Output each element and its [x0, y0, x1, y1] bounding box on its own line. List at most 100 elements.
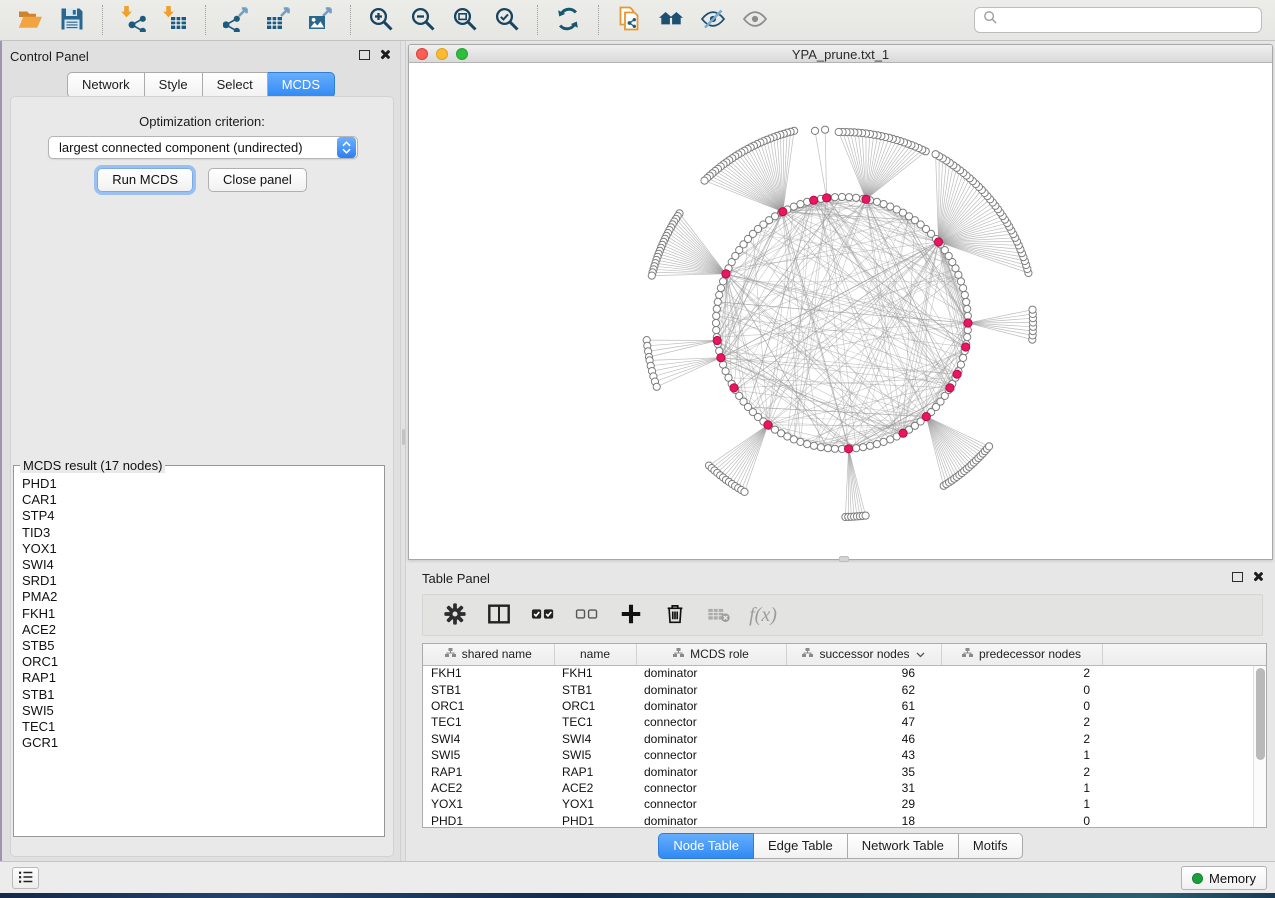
cell[interactable]: 35: [786, 763, 941, 779]
run-mcds-button[interactable]: Run MCDS: [97, 168, 193, 192]
tab-network-table[interactable]: Network Table: [848, 833, 959, 859]
cell[interactable]: 2: [941, 731, 1102, 747]
copy-network-button[interactable]: [608, 3, 650, 37]
cell[interactable]: SWI5: [554, 747, 636, 763]
table-row[interactable]: FKH1FKH1dominator962: [423, 665, 1266, 681]
zoom-selected-button[interactable]: [486, 3, 528, 37]
cell[interactable]: dominator: [636, 731, 786, 747]
cell[interactable]: PHD1: [423, 813, 554, 828]
close-table-panel-icon[interactable]: [1252, 571, 1263, 582]
cell[interactable]: connector: [636, 780, 786, 796]
mcds-result-node[interactable]: YOX1: [22, 541, 382, 557]
add-button[interactable]: [609, 597, 653, 633]
tab-motifs[interactable]: Motifs: [959, 833, 1023, 859]
network-canvas[interactable]: [409, 63, 1272, 559]
mcds-result-node[interactable]: ACE2: [22, 622, 382, 638]
cell[interactable]: FKH1: [423, 665, 554, 681]
mcds-result-node[interactable]: STP4: [22, 508, 382, 524]
cell[interactable]: RAP1: [423, 763, 554, 779]
tab-node-table[interactable]: Node Table: [658, 833, 754, 859]
cell[interactable]: dominator: [636, 698, 786, 714]
cell[interactable]: STB1: [423, 681, 554, 697]
cell[interactable]: 2: [941, 763, 1102, 779]
table-scrollbar-thumb[interactable]: [1256, 668, 1265, 760]
cell[interactable]: 31: [786, 780, 941, 796]
cell[interactable]: dominator: [636, 665, 786, 681]
cell[interactable]: 61: [786, 698, 941, 714]
cell[interactable]: 46: [786, 731, 941, 747]
mcds-result-node[interactable]: ORC1: [22, 654, 382, 670]
mcds-result-node[interactable]: SWI4: [22, 557, 382, 573]
show-all-button[interactable]: [734, 3, 776, 37]
table-row[interactable]: PHD1PHD1dominator180: [423, 813, 1266, 828]
network-view-window[interactable]: YPA_prune.txt_1: [408, 44, 1273, 560]
table-row[interactable]: YOX1YOX1connector291: [423, 796, 1266, 812]
cell[interactable]: ACE2: [554, 780, 636, 796]
cell[interactable]: SWI4: [423, 731, 554, 747]
cell[interactable]: dominator: [636, 813, 786, 828]
cell[interactable]: SWI4: [554, 731, 636, 747]
tab-select[interactable]: Select: [203, 72, 268, 98]
mcds-result-node[interactable]: CAR1: [22, 492, 382, 508]
table-row[interactable]: ORC1ORC1dominator610: [423, 698, 1266, 714]
column-header-predecessor-nodes[interactable]: predecessor nodes: [941, 644, 1102, 665]
optimization-criterion-dropdown[interactable]: largest connected component (undirected): [48, 136, 358, 159]
mcds-result-node[interactable]: TID3: [22, 525, 382, 541]
table-scrollbar[interactable]: [1253, 666, 1266, 827]
table-row[interactable]: SWI4SWI4dominator462: [423, 731, 1266, 747]
column-header-MCDS-role[interactable]: MCDS role: [636, 644, 786, 665]
cell[interactable]: connector: [636, 714, 786, 730]
cell[interactable]: 1: [941, 780, 1102, 796]
deselect-all-button[interactable]: [565, 597, 609, 633]
mcds-result-node[interactable]: FKH1: [22, 606, 382, 622]
cell[interactable]: PHD1: [554, 813, 636, 828]
mcds-result-node[interactable]: TEC1: [22, 719, 382, 735]
table-row[interactable]: TEC1TEC1connector472: [423, 714, 1266, 730]
select-all-button[interactable]: [521, 597, 565, 633]
table-row[interactable]: SWI5SWI5connector431: [423, 747, 1266, 763]
columns-button[interactable]: [477, 597, 521, 633]
delete-button[interactable]: [653, 597, 697, 633]
cell[interactable]: 2: [941, 714, 1102, 730]
cell[interactable]: TEC1: [423, 714, 554, 730]
export-table-button[interactable]: [257, 3, 299, 37]
cell[interactable]: ACE2: [423, 780, 554, 796]
float-panel-icon[interactable]: [359, 50, 370, 60]
mcds-result-list[interactable]: PHD1CAR1STP4TID3YOX1SWI4SRD1PMA2FKH1ACE2…: [22, 476, 382, 834]
mcds-result-node[interactable]: PMA2: [22, 589, 382, 605]
mcds-result-node[interactable]: GCR1: [22, 735, 382, 751]
cell[interactable]: TEC1: [554, 714, 636, 730]
column-header-shared-name[interactable]: shared name: [423, 644, 554, 665]
cell[interactable]: 0: [941, 813, 1102, 828]
mcds-result-node[interactable]: STB1: [22, 687, 382, 703]
column-header-name[interactable]: name: [554, 644, 636, 665]
cell[interactable]: 62: [786, 681, 941, 697]
table-row[interactable]: RAP1RAP1dominator352: [423, 763, 1266, 779]
cell[interactable]: 18: [786, 813, 941, 828]
horizontal-splitter-handle[interactable]: [839, 556, 849, 562]
tab-network[interactable]: Network: [67, 72, 145, 98]
cell[interactable]: 1: [941, 747, 1102, 763]
export-network-button[interactable]: [215, 3, 257, 37]
column-header-successor-nodes[interactable]: successor nodes: [786, 644, 941, 665]
gear-button[interactable]: [433, 597, 477, 633]
tab-mcds[interactable]: MCDS: [268, 72, 335, 98]
cell[interactable]: STB1: [554, 681, 636, 697]
hide-selected-button[interactable]: [692, 3, 734, 37]
mcds-result-node[interactable]: SWI5: [22, 703, 382, 719]
import-network-button[interactable]: [112, 3, 154, 37]
cell[interactable]: ORC1: [554, 698, 636, 714]
cell[interactable]: connector: [636, 796, 786, 812]
zoom-fit-button[interactable]: [444, 3, 486, 37]
search-box[interactable]: [974, 7, 1262, 33]
cell[interactable]: 1: [941, 796, 1102, 812]
splitter-handle[interactable]: [402, 429, 405, 445]
memory-button[interactable]: Memory: [1181, 866, 1267, 890]
close-panel-icon[interactable]: [379, 49, 390, 60]
mcds-result-node[interactable]: PHD1: [22, 476, 382, 492]
save-button[interactable]: [51, 3, 93, 37]
cell[interactable]: ORC1: [423, 698, 554, 714]
close-panel-button[interactable]: Close panel: [208, 168, 307, 192]
cell[interactable]: RAP1: [554, 763, 636, 779]
search-input[interactable]: [1004, 13, 1253, 28]
